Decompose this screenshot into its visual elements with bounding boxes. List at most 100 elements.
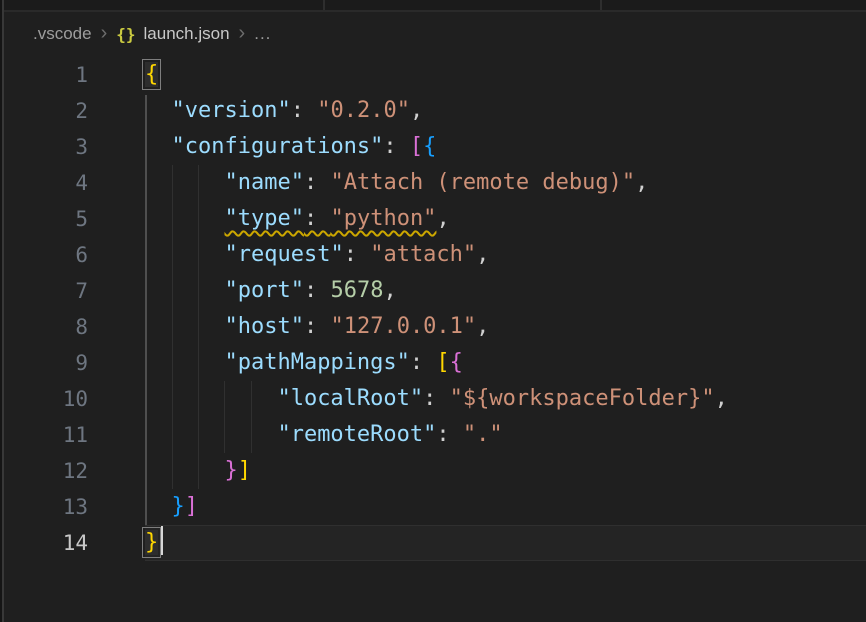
tab-bar-strip <box>0 0 866 12</box>
breadcrumb-file[interactable]: launch.json <box>144 24 230 44</box>
code-line[interactable]: 2 "version": "0.2.0", <box>0 93 866 129</box>
line-number[interactable]: 5 <box>0 201 90 237</box>
line-number[interactable]: 13 <box>0 489 90 525</box>
code-line[interactable]: 1{ <box>0 57 866 93</box>
gutter-spacer <box>90 525 145 561</box>
line-content[interactable]: "port": 5678, <box>145 273 866 309</box>
code-token: 5678 <box>330 278 383 303</box>
code-token: "localRoot" <box>277 386 423 411</box>
code-lines: 1{2 "version": "0.2.0",3 "configurations… <box>0 57 866 561</box>
code-token: "attach" <box>370 242 476 267</box>
code-token: : <box>304 278 331 303</box>
code-token: "host" <box>224 314 303 339</box>
code-editor[interactable]: 1{2 "version": "0.2.0",3 "configurations… <box>0 57 866 561</box>
code-token <box>145 458 224 483</box>
warning-squiggle: "type": "python" <box>224 206 436 231</box>
code-token: : <box>410 350 437 375</box>
code-token <box>145 278 224 303</box>
code-line[interactable]: 8 "host": "127.0.0.1", <box>0 309 866 345</box>
code-token <box>145 170 224 195</box>
line-number[interactable]: 10 <box>0 381 90 417</box>
code-token: { <box>423 134 436 159</box>
vscode-editor-window: .vscode › {} launch.json › ... 1{2 "vers… <box>0 0 866 622</box>
line-number[interactable]: 11 <box>0 417 90 453</box>
code-line[interactable]: 3 "configurations": [{ <box>0 129 866 165</box>
line-number[interactable]: 12 <box>0 453 90 489</box>
code-token: , <box>476 314 489 339</box>
gutter-spacer <box>90 417 145 453</box>
breadcrumb-folder[interactable]: .vscode <box>33 24 92 44</box>
line-content[interactable]: }] <box>145 489 866 525</box>
gutter-spacer <box>90 381 145 417</box>
code-line[interactable]: 4 "name": "Attach (remote debug)", <box>0 165 866 201</box>
code-token: : <box>383 134 410 159</box>
code-token: [ <box>436 350 449 375</box>
line-content[interactable]: } <box>145 525 866 561</box>
line-content[interactable]: "localRoot": "${workspaceFolder}", <box>145 381 866 417</box>
code-token: "remoteRoot" <box>277 422 436 447</box>
gutter-spacer <box>90 57 145 93</box>
code-line[interactable]: 10 "localRoot": "${workspaceFolder}", <box>0 381 866 417</box>
gutter-spacer <box>90 309 145 345</box>
code-line[interactable]: 11 "remoteRoot": "." <box>0 417 866 453</box>
code-token: "port" <box>224 278 303 303</box>
line-content[interactable]: "name": "Attach (remote debug)", <box>145 165 866 201</box>
code-line[interactable]: 9 "pathMappings": [{ <box>0 345 866 381</box>
line-content[interactable]: { <box>145 57 866 93</box>
code-token: : <box>291 98 318 123</box>
matched-bracket: } <box>145 530 158 555</box>
line-content[interactable]: "request": "attach", <box>145 237 866 273</box>
code-token: "127.0.0.1" <box>330 314 476 339</box>
code-line[interactable]: 13 }] <box>0 489 866 525</box>
code-token <box>145 206 224 231</box>
line-number[interactable]: 4 <box>0 165 90 201</box>
code-token: ] <box>185 494 198 519</box>
line-number[interactable]: 3 <box>0 129 90 165</box>
tab-divider <box>600 0 602 10</box>
code-token: , <box>715 386 728 411</box>
line-content[interactable]: "version": "0.2.0", <box>145 93 866 129</box>
line-number[interactable]: 2 <box>0 93 90 129</box>
code-line[interactable]: 14} <box>0 525 866 561</box>
breadcrumb-symbol-more[interactable]: ... <box>254 24 271 44</box>
code-token: : <box>423 386 450 411</box>
line-content[interactable]: "pathMappings": [{ <box>145 345 866 381</box>
gutter-spacer <box>90 273 145 309</box>
code-token: "${workspaceFolder}" <box>450 386 715 411</box>
code-token: "python" <box>330 206 436 231</box>
line-number[interactable]: 7 <box>0 273 90 309</box>
editor-left-border <box>0 0 4 622</box>
line-number[interactable]: 9 <box>0 345 90 381</box>
line-number[interactable]: 1 <box>0 57 90 93</box>
breadcrumb: .vscode › {} launch.json › ... <box>33 20 271 48</box>
code-token: "version" <box>172 98 291 123</box>
code-line[interactable]: 6 "request": "attach", <box>0 237 866 273</box>
chevron-right-icon: › <box>100 23 109 46</box>
gutter-spacer <box>90 93 145 129</box>
code-token <box>145 422 277 447</box>
line-number[interactable]: 6 <box>0 237 90 273</box>
line-number[interactable]: 8 <box>0 309 90 345</box>
matched-bracket: { <box>145 62 158 87</box>
code-token: } <box>224 458 237 483</box>
line-content[interactable]: "remoteRoot": "." <box>145 417 866 453</box>
line-number[interactable]: 14 <box>0 525 90 561</box>
code-token <box>145 314 224 339</box>
code-line[interactable]: 12 }] <box>0 453 866 489</box>
line-content[interactable]: "host": "127.0.0.1", <box>145 309 866 345</box>
code-line[interactable]: 7 "port": 5678, <box>0 273 866 309</box>
code-token: { <box>450 350 463 375</box>
line-content[interactable]: "type": "python", <box>145 201 866 237</box>
code-token <box>145 98 172 123</box>
text-cursor <box>161 526 163 555</box>
code-token: "configurations" <box>172 134 384 159</box>
code-token <box>145 242 224 267</box>
gutter-spacer <box>90 345 145 381</box>
line-content[interactable]: "configurations": [{ <box>145 129 866 165</box>
code-token: "0.2.0" <box>317 98 410 123</box>
gutter-spacer <box>90 165 145 201</box>
code-token: : <box>304 206 331 231</box>
code-token: "request" <box>224 242 343 267</box>
code-line[interactable]: 5 "type": "python", <box>0 201 866 237</box>
line-content[interactable]: }] <box>145 453 866 489</box>
